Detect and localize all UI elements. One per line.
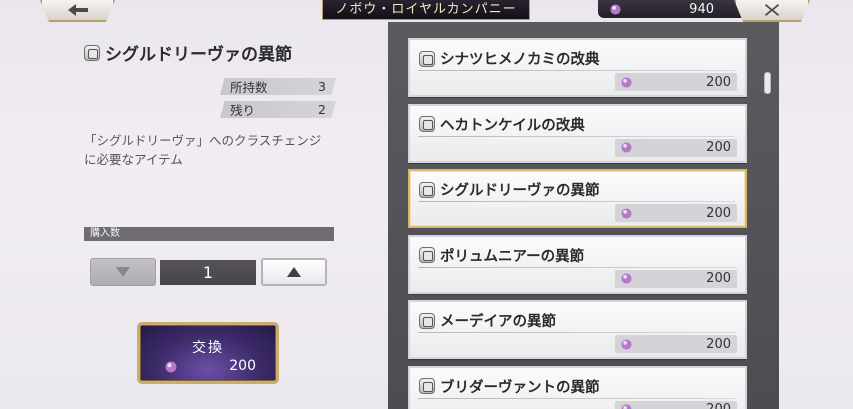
exchange-label: 交換 [192,340,224,356]
divider [418,70,735,71]
currency-orb-icon [621,404,632,409]
item-card-title: ポリュムニアーの異節 [419,245,584,266]
item-price-value: 200 [706,402,731,409]
item-card[interactable]: シグルドリーヴァの異節 200 [408,169,747,228]
item-card-title: ヘカトンケイルの改典 [419,114,585,135]
list-scrollbar[interactable] [764,38,771,393]
currency-orb-icon [621,207,632,219]
currency-orb-icon [621,273,632,284]
scrollbar-thumb[interactable] [764,72,771,94]
item-description: 「シグルドリーヴァ」へのクラスチェンジに必要なアイテム [84,133,322,167]
scroll-item-icon [419,116,435,132]
scroll-item-icon [419,50,435,67]
close-button[interactable] [734,0,810,22]
item-price: 200 [615,269,737,288]
triangle-up-icon [287,267,301,277]
currency-display: 940 [598,0,748,18]
item-price-value: 200 [706,336,731,352]
item-price: 200 [615,204,737,222]
item-price: 200 [615,400,737,409]
scroll-item-icon [419,312,435,329]
divider [418,135,735,137]
item-price: 200 [615,73,737,91]
item-price: 200 [615,335,737,353]
item-card-name: メーデイアの異節 [440,313,556,330]
scroll-item-icon [419,378,435,394]
owned-label: 所持数 [230,80,268,95]
remaining-value: 2 [318,102,326,117]
quantity-decrease-button[interactable] [90,258,156,286]
back-button[interactable] [40,0,115,22]
item-card[interactable]: ブリダーヴァントの異節 200 [408,365,747,409]
exchange-button[interactable]: 交換 200 [137,322,279,384]
selected-item-title: シグルドリーヴァの異節 [84,40,292,65]
item-price-value: 200 [706,205,731,221]
currency-orb-icon [610,3,621,15]
remaining-label: 残り [230,103,256,118]
close-icon [765,4,779,16]
item-card-name: ブリダーヴァントの異節 [440,378,600,396]
scroll-item-icon [419,181,435,198]
item-price-value: 200 [706,140,731,155]
item-card-name: シナツヒメノカミの改典 [440,51,600,68]
quantity-value: 1 [160,260,256,285]
quantity-increase-button[interactable] [261,258,327,286]
item-card[interactable]: ポリュムニアーの異節 200 [408,234,747,294]
exchange-cost: 200 [229,358,256,374]
scroll-item-icon [419,247,435,263]
quantity-header: 購入数 [84,227,334,241]
owned-value: 3 [318,79,326,94]
scroll-item-icon [84,44,100,61]
item-card-name: シグルドリーヴァの異節 [440,182,600,199]
shop-title: ノボウ・ロイヤルカンパニー [322,0,530,20]
item-card[interactable]: シナツヒメノカミの改典 200 [408,38,747,97]
item-price: 200 [615,138,737,157]
selected-item-name: シグルドリーヴァの異節 [105,45,292,65]
currency-orb-icon [621,142,632,153]
item-card[interactable]: ヘカトンケイルの改典 200 [408,103,747,163]
divider [418,266,735,268]
triangle-down-icon [116,267,130,277]
currency-orb-icon [621,338,632,350]
divider [418,201,735,202]
item-price-value: 200 [706,74,731,90]
item-price-value: 200 [706,271,731,286]
item-card-title: メーデイアの異節 [419,310,556,331]
item-card-name: ポリュムニアーの異節 [440,247,585,265]
item-card-name: ヘカトンケイルの改典 [440,116,585,134]
divider [418,332,735,333]
remaining-count-row: 残り 2 [220,101,336,118]
item-card-title: シナツヒメノカミの改典 [419,48,600,69]
divider [418,397,735,399]
owned-count-row: 所持数 3 [220,78,336,95]
item-card[interactable]: メーデイアの異節 200 [408,300,747,359]
back-arrow-icon [67,4,88,16]
currency-orb-icon [165,361,177,373]
item-card-title: ブリダーヴァントの異節 [419,376,600,397]
currency-orb-icon [621,76,632,88]
currency-amount: 940 [689,1,714,17]
item-card-title: シグルドリーヴァの異節 [419,179,600,200]
